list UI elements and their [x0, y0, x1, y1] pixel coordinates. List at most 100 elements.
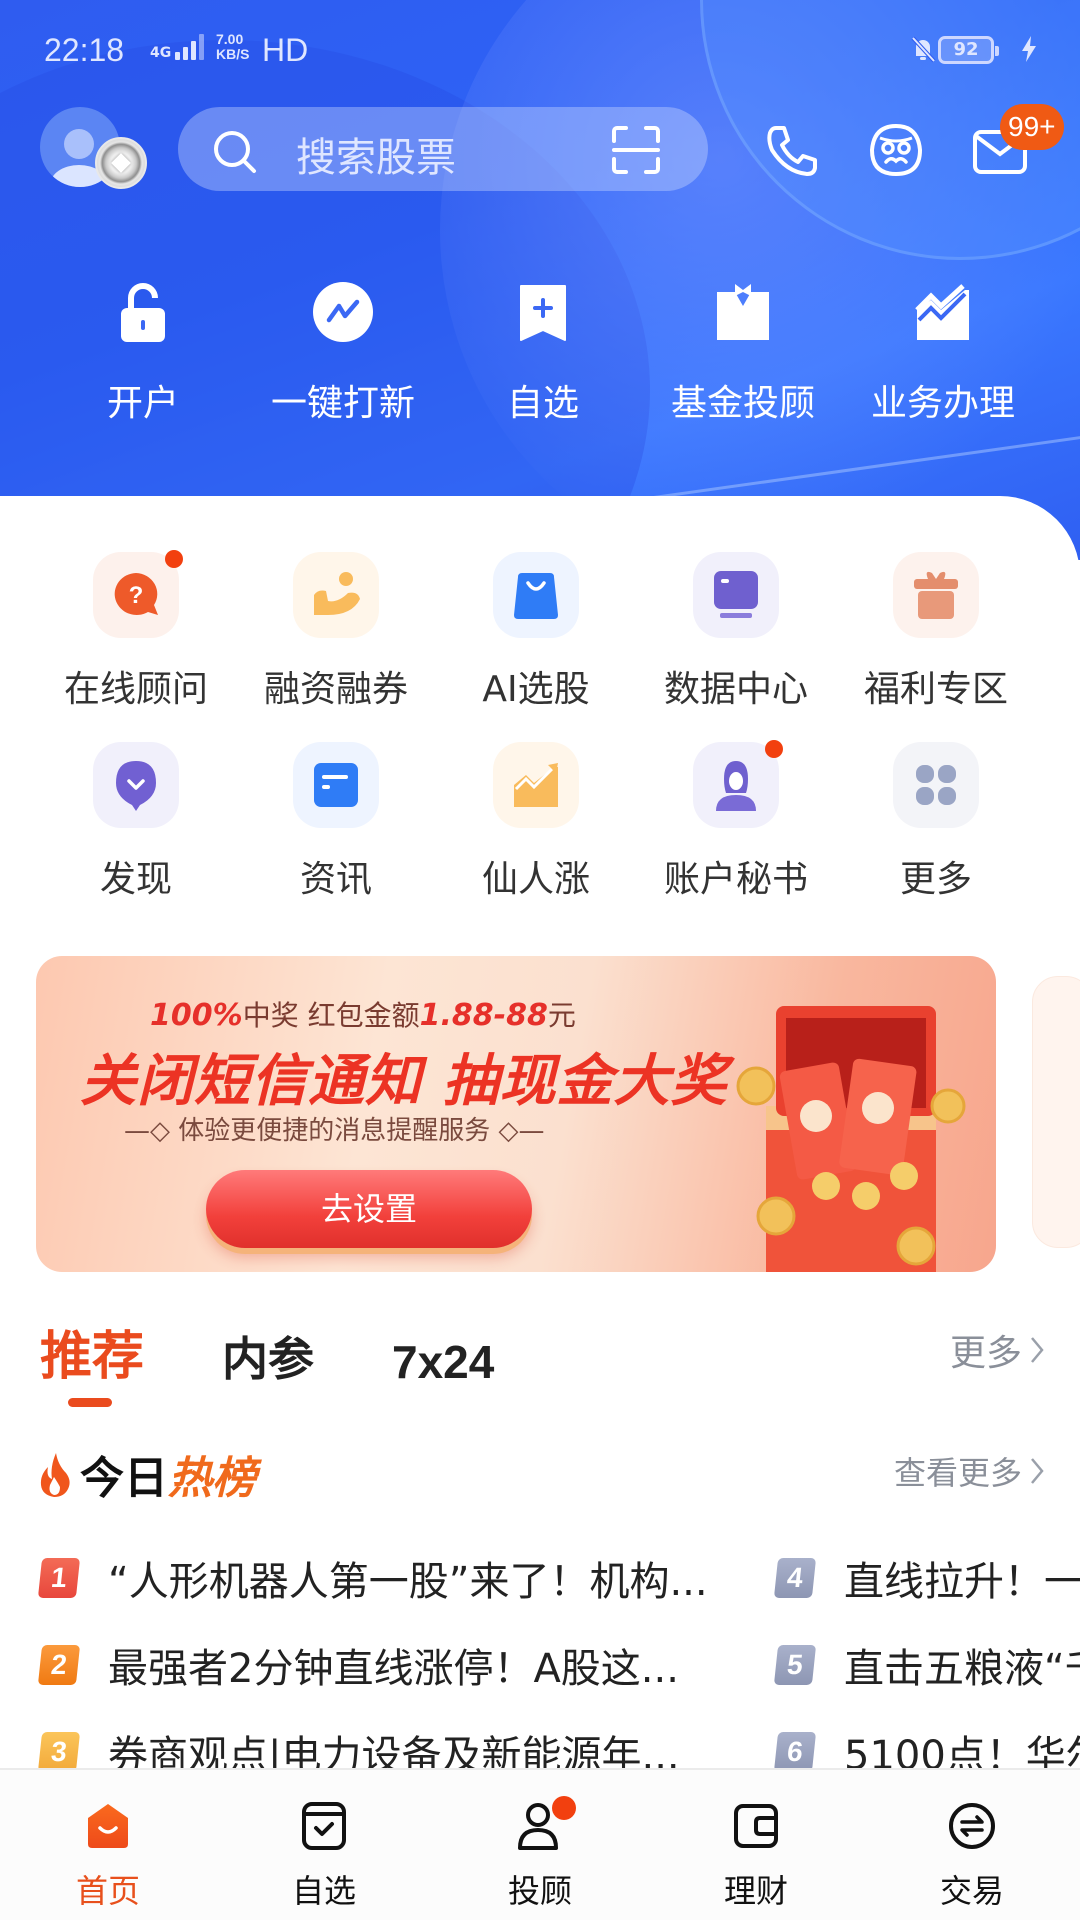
next-banner-peek[interactable] [1032, 976, 1080, 1248]
quick-action-watchlist[interactable]: 自选 [443, 280, 643, 426]
search-input[interactable]: 搜索股票 [178, 107, 708, 191]
search-icon [214, 131, 256, 173]
red-envelope-gift-box-illustration [736, 1006, 966, 1272]
promo-banner[interactable]: 100%中奖 红包金额1.88-88元 关闭短信通知 抽现金大奖 —◇ 体验更便… [36, 956, 996, 1272]
hd-indicator: HD [262, 32, 309, 68]
see-more-button[interactable]: 查看更多 [894, 1448, 1046, 1494]
network-type: 4G [150, 45, 172, 61]
scan-icon[interactable] [610, 125, 662, 175]
secretary-icon [716, 761, 756, 811]
service-margin-trading[interactable]: 融资融券 [236, 552, 436, 742]
active-tab-indicator [68, 1398, 112, 1407]
status-time: 22:18 [44, 32, 125, 68]
service-label: 更多 [899, 859, 972, 900]
assistant-icon[interactable] [866, 120, 926, 180]
banner-amount: 1.88-88 [419, 998, 548, 1033]
service-label: 福利专区 [863, 669, 1008, 710]
tab-7x24[interactable]: 7x24 [392, 1335, 494, 1389]
nav-wealth[interactable]: 理财 [648, 1770, 864, 1920]
banner-percent: 100% [150, 998, 243, 1033]
quick-action-fund-advisor[interactable]: 基金投顾 [643, 280, 843, 426]
notification-dot [765, 740, 783, 758]
quick-action-label: 一键打新 [270, 383, 415, 424]
nav-advisor[interactable]: 投顾 [432, 1770, 648, 1920]
phone-icon[interactable] [762, 120, 822, 180]
hot-item-title: “人形机器人第一股”来了！机构... [108, 1558, 708, 1605]
trend-circle-icon [313, 282, 373, 342]
banner-headline: 关闭短信通知 抽现金大奖 [80, 1049, 728, 1114]
tab-recommend[interactable]: 推荐 [40, 1314, 144, 1389]
service-ai-stock-picking[interactable]: AI选股 [436, 552, 636, 742]
service-online-advisor[interactable]: ? 在线顾问 [36, 550, 236, 742]
service-label: 仙人涨 [481, 859, 590, 900]
signal-icon: 4G [150, 34, 205, 61]
speed-value: 7.00 [216, 31, 244, 47]
nav-watchlist[interactable]: 自选 [216, 1770, 432, 1920]
service-discover[interactable]: 发现 [36, 742, 236, 932]
service-account-secretary[interactable]: 账户秘书 [636, 740, 836, 932]
speed-unit: KB/S [216, 46, 250, 62]
quick-action-business[interactable]: 业务办理 [843, 280, 1043, 426]
home-icon [88, 1804, 128, 1848]
wallet-icon [734, 1804, 778, 1848]
watchlist-icon [302, 1802, 346, 1850]
nav-home[interactable]: 首页 [0, 1770, 216, 1920]
tab-insider[interactable]: 内参 [222, 1323, 314, 1389]
exchange-icon [949, 1803, 995, 1849]
banner-unit: 元 [547, 999, 576, 1032]
battery-icon: 92 [938, 36, 999, 64]
see-more-label: 查看更多 [893, 1454, 1022, 1492]
nav-trade[interactable]: 交易 [864, 1770, 1080, 1920]
quick-action-ipo[interactable]: 一键打新 [243, 280, 443, 426]
nav-label: 首页 [75, 1872, 140, 1910]
network-speed: 7.00 KB/S [216, 32, 249, 62]
hand-coin-icon [314, 572, 360, 615]
banner-settings-button[interactable]: 去设置 [206, 1170, 532, 1248]
bookmark-plus-icon [520, 285, 566, 341]
hot-list-right: 4 直线拉升！一 5 直击五粮液“千 6 5100点！华尔 [773, 1534, 1080, 1795]
rank-badge: 5 [773, 1644, 817, 1685]
quick-action-label: 业务办理 [870, 383, 1015, 424]
nav-label: 投顾 [507, 1872, 572, 1910]
service-label: 发现 [99, 859, 172, 900]
service-row: 发现 资讯 仙人涨 账户秘书 更多 [0, 740, 1080, 932]
service-data-center[interactable]: 数据中心 [636, 552, 836, 742]
service-label: 融资融券 [263, 669, 408, 710]
hot-list-left: 1 “人形机器人第一股”来了！机构... 2 最强者2分钟直线涨停！A股这...… [37, 1534, 708, 1795]
rank-badge: 2 [37, 1644, 81, 1685]
rising-chart-icon [514, 763, 558, 807]
hot-list-item[interactable]: 4 直线拉升！一 [773, 1534, 1080, 1621]
mail-count-badge: 99+ [1000, 104, 1064, 150]
banner-text: 中奖 红包金额 [242, 999, 420, 1032]
service-more[interactable]: 更多 [836, 742, 1036, 932]
notification-dot [165, 550, 183, 568]
more-button[interactable]: 更多 [950, 1324, 1046, 1376]
unlock-icon [121, 283, 165, 342]
bottom-navigation: 首页 自选 投顾 理财 交易 [0, 1768, 1080, 1920]
hot-list-item[interactable]: 2 最强者2分钟直线涨停！A股这... [37, 1621, 708, 1708]
hot-list-item[interactable]: 1 “人形机器人第一股”来了！机构... [37, 1534, 708, 1621]
service-welfare-zone[interactable]: 福利专区 [836, 552, 1036, 742]
service-label: 账户秘书 [663, 859, 808, 900]
banner-subline: —◇ 体验更便捷的消息提醒服务 ◇— [124, 1116, 545, 1146]
hot-list-item[interactable]: 5 直击五粮液“千 [773, 1621, 1080, 1708]
service-row: ? 在线顾问 融资融券 AI选股 数据中心 福利专区 [0, 550, 1080, 742]
rank-badge: 1 [37, 1557, 81, 1598]
hot-title-today: 今日 [80, 1453, 168, 1504]
service-news[interactable]: 资讯 [236, 742, 436, 932]
question-bubble-icon: ? [114, 573, 158, 615]
quick-action-open-account[interactable]: 开户 [43, 280, 243, 426]
nav-label: 交易 [939, 1872, 1004, 1910]
service-label: 数据中心 [663, 669, 808, 710]
hot-item-title: 直线拉升！一 [844, 1558, 1080, 1605]
service-label: AI选股 [482, 669, 590, 710]
shopping-bag-icon [514, 573, 558, 619]
chart-up-icon [915, 284, 969, 340]
grid-more-icon [916, 765, 956, 805]
service-label: 在线顾问 [63, 669, 208, 710]
service-xianrenzhang[interactable]: 仙人涨 [436, 742, 636, 932]
quick-action-label: 开户 [106, 383, 179, 424]
hot-list-title: 今日 热榜 [38, 1442, 256, 1506]
hot-item-title: 最强者2分钟直线涨停！A股这... [108, 1645, 679, 1692]
search-placeholder: 搜索股票 [296, 135, 456, 181]
